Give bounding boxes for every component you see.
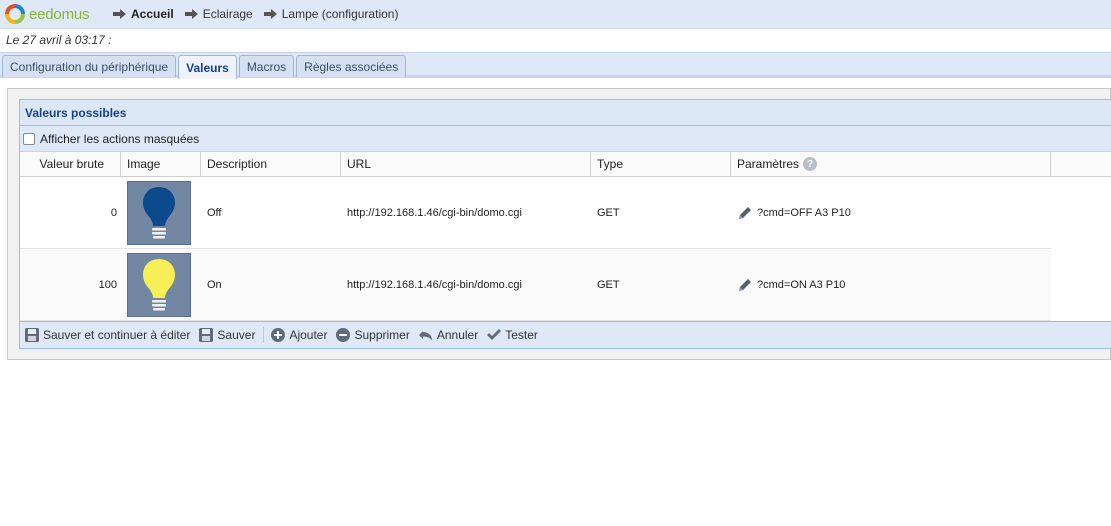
button-label: Supprimer <box>354 328 410 342</box>
column-header-label: Paramètres <box>737 157 800 171</box>
toolbar-separator <box>263 327 265 343</box>
brand-name: eedomus <box>29 5 90 23</box>
help-icon[interactable]: ? <box>803 157 818 171</box>
breadcrumb-item-lampe[interactable]: Lampe (configuration) <box>263 7 399 21</box>
tab-macros[interactable]: Macros <box>238 55 295 77</box>
breadcrumb-label: Lampe (configuration) <box>281 7 399 21</box>
header-filler <box>1051 152 1111 176</box>
breadcrumb-item-accueil[interactable]: Accueil <box>113 7 174 21</box>
bulb-on-icon[interactable] <box>127 252 191 317</box>
table-row[interactable]: 0 Off http://192.168.1.46/cgi-bin/domo.c… <box>20 177 1051 249</box>
breadcrumb-item-eclairage[interactable]: Eclairage <box>184 7 253 21</box>
floppy-disk-icon <box>199 328 214 342</box>
tab-strip: Configuration du périphérique Valeurs Ma… <box>0 52 1111 79</box>
url-cell: http://192.168.1.46/cgi-bin/domo.cgi <box>347 278 522 291</box>
raw-value-cell: 100 <box>98 278 117 291</box>
grid-header: Valeur brute Image Description URL Type … <box>20 152 1111 177</box>
save-continue-button[interactable]: Sauver et continuer à éditer <box>24 327 190 343</box>
floppy-disk-icon <box>25 328 39 342</box>
bulb-off-icon[interactable] <box>127 180 191 245</box>
save-button[interactable]: Sauver <box>198 327 255 343</box>
button-label: Ajouter <box>289 328 328 342</box>
column-header-image[interactable]: Image <box>121 152 201 176</box>
tab-configuration[interactable]: Configuration du périphérique <box>2 55 177 77</box>
add-button[interactable]: Ajouter <box>270 327 327 343</box>
button-label: Sauver et continuer à éditer <box>43 328 191 342</box>
image-cell <box>121 177 201 248</box>
grid-body: 0 Off http://192.168.1.46/cgi-bin/domo.c… <box>20 177 1111 321</box>
params-cell: ?cmd=ON A3 P10 <box>731 249 1051 320</box>
url-cell: http://192.168.1.46/cgi-bin/domo.cgi <box>347 206 522 219</box>
delete-button[interactable]: Supprimer <box>335 327 410 343</box>
plus-circle-icon <box>271 328 286 342</box>
breadcrumb-label: Eclairage <box>202 7 253 21</box>
raw-value-cell: 0 <box>110 206 117 219</box>
type-cell: GET <box>597 278 620 291</box>
checkmark-icon <box>487 329 502 340</box>
content-area: Valeurs possibles Afficher les actions m… <box>7 88 1111 360</box>
test-button[interactable]: Tester <box>486 327 538 343</box>
arrow-right-icon <box>184 9 198 19</box>
bottom-toolbar: Sauver et continuer à éditer Sauver Ajou… <box>20 321 1111 348</box>
cancel-button[interactable]: Annuler <box>418 327 478 343</box>
description-cell: Off <box>207 206 222 219</box>
type-cell: GET <box>597 206 620 219</box>
params-text: ?cmd=ON A3 P10 <box>757 278 846 291</box>
column-header-description[interactable]: Description <box>201 152 341 176</box>
params-cell: ?cmd=OFF A3 P10 <box>731 177 1051 248</box>
logo-ring-icon <box>5 4 25 24</box>
logo[interactable]: eedomus <box>5 4 113 24</box>
show-hidden-label: Afficher les actions masquées <box>40 131 200 146</box>
button-label: Tester <box>505 328 538 342</box>
pencil-icon[interactable] <box>737 205 753 221</box>
filter-bar: Afficher les actions masquées <box>20 126 1111 152</box>
column-header-parametres[interactable]: Paramètres ? <box>731 152 1051 176</box>
top-bar: eedomus Accueil Eclairage Lampe (configu… <box>0 0 1111 29</box>
tab-valeurs[interactable]: Valeurs <box>178 55 237 79</box>
button-label: Sauver <box>217 328 256 342</box>
undo-icon <box>418 331 432 341</box>
column-header-valeur-brute[interactable]: Valeur brute <box>20 152 121 176</box>
params-text: ?cmd=OFF A3 P10 <box>757 206 851 219</box>
breadcrumb: Accueil Eclairage Lampe (configuration) <box>113 7 409 21</box>
breadcrumb-label: Accueil <box>131 7 174 21</box>
table-row[interactable]: 100 On http://192.168.1.46/cgi-bin/domo.… <box>20 249 1051 321</box>
panel-title: Valeurs possibles <box>20 100 1111 126</box>
image-cell <box>121 249 201 320</box>
minus-circle-icon <box>336 328 351 342</box>
column-header-url[interactable]: URL <box>341 152 591 176</box>
column-header-type[interactable]: Type <box>591 152 731 176</box>
arrow-right-icon <box>263 9 277 19</box>
pencil-icon[interactable] <box>737 277 753 293</box>
button-label: Annuler <box>436 328 479 342</box>
arrow-right-icon <box>113 9 126 19</box>
values-panel: Valeurs possibles Afficher les actions m… <box>19 99 1111 349</box>
tab-regles[interactable]: Règles associées <box>296 55 407 77</box>
show-hidden-checkbox[interactable] <box>23 132 35 145</box>
date-line: Le 27 avril à 03:17 : <box>6 33 112 47</box>
description-cell: On <box>207 278 222 291</box>
